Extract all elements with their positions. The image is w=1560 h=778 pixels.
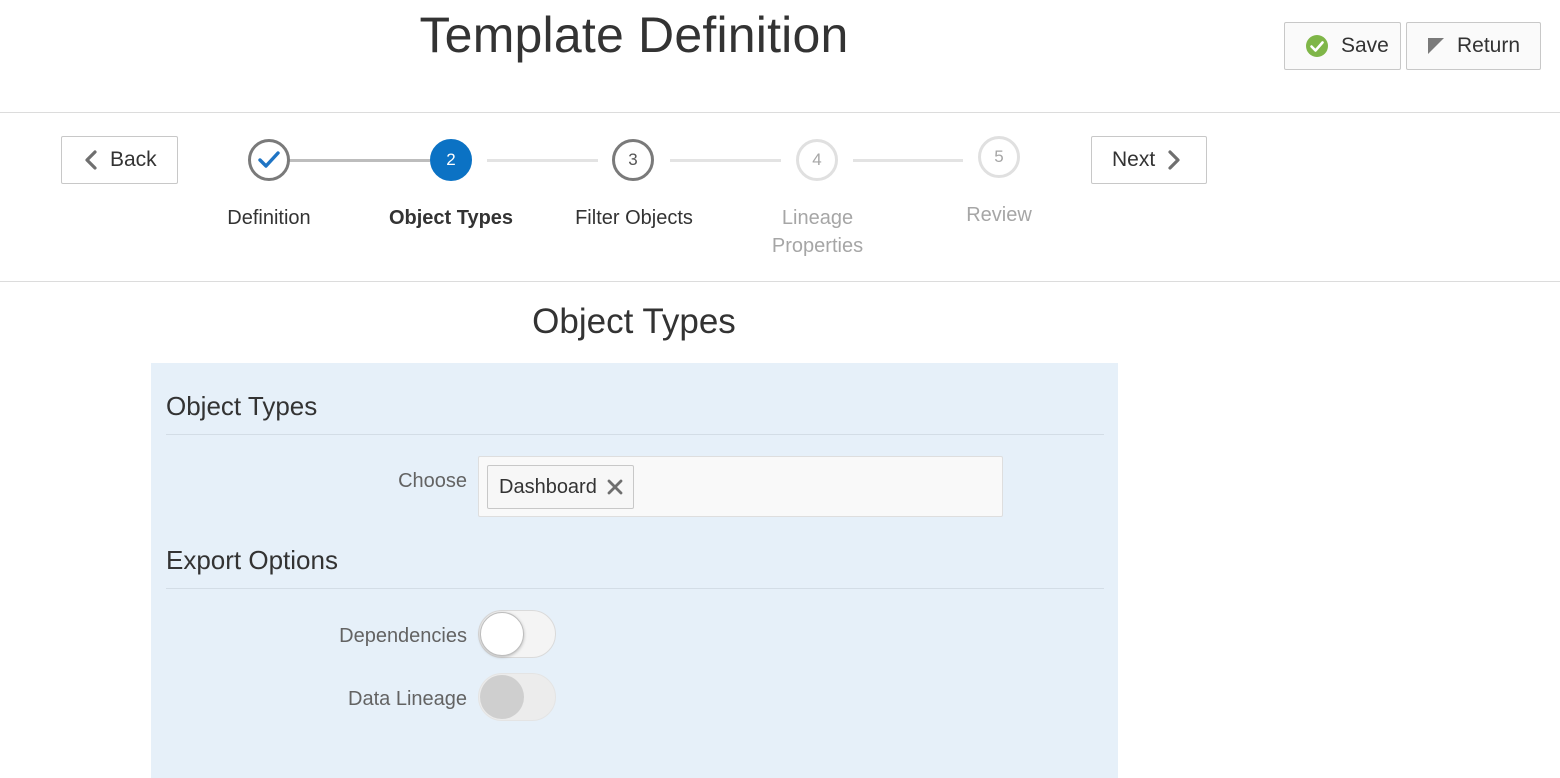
train-step-definition[interactable] [248,139,290,181]
step-number: 2 [446,150,456,169]
dependencies-switch[interactable] [478,610,556,658]
data-lineage-switch[interactable] [478,673,556,721]
object-types-chooser[interactable]: Dashboard [478,456,1003,517]
train-step-label-review[interactable]: Review [909,201,1089,229]
return-flag-icon [1427,37,1445,55]
chip-label: Dashboard [499,475,597,498]
train-connector [289,159,430,162]
next-button[interactable]: Next [1091,136,1207,184]
train-step-label-definition[interactable]: Definition [179,204,359,232]
step-number: 3 [628,150,638,169]
train-step-filter-objects[interactable]: 3 [612,139,654,181]
train-connector [670,159,781,162]
train-connector [853,159,963,162]
train-step-label-object-types[interactable]: Object Types [361,204,541,232]
remove-chip-icon[interactable] [607,479,623,495]
save-button[interactable]: Save [1284,22,1401,70]
train-step-review[interactable]: 5 [978,136,1020,178]
check-circle-icon [1305,34,1329,58]
switch-knob [480,612,524,656]
return-button[interactable]: Return [1406,22,1541,70]
data-lineage-label: Data Lineage [348,688,467,710]
header-divider [0,112,1560,113]
back-button[interactable]: Back [61,136,178,184]
back-button-label: Back [110,148,157,171]
train-step-lineage-properties[interactable]: 4 [796,139,838,181]
step-number: 5 [994,147,1004,166]
page-title: Template Definition [419,7,849,63]
switch-knob [480,675,524,719]
save-button-label: Save [1341,34,1389,57]
object-types-heading: Object Types [166,391,1104,435]
section-title: Object Types [532,302,736,341]
chevron-right-icon [1167,150,1181,170]
export-options-heading: Export Options [166,545,1104,589]
object-types-panel: Object Types Choose Dashboard Export Opt… [151,363,1118,778]
checkmark-icon [258,151,280,169]
return-button-label: Return [1457,34,1521,57]
chevron-left-icon [84,150,98,170]
train-divider [0,281,1560,282]
train-step-object-types[interactable]: 2 [430,139,472,181]
train-connector [487,159,598,162]
selected-chip-dashboard: Dashboard [487,465,634,509]
train-step-label-filter-objects[interactable]: Filter Objects [544,204,724,232]
step-number: 4 [812,150,822,169]
dependencies-label: Dependencies [339,625,467,647]
next-button-label: Next [1112,148,1156,171]
train-step-label-lineage-properties[interactable]: Lineage Properties [745,204,890,260]
choose-label: Choose [398,470,467,492]
